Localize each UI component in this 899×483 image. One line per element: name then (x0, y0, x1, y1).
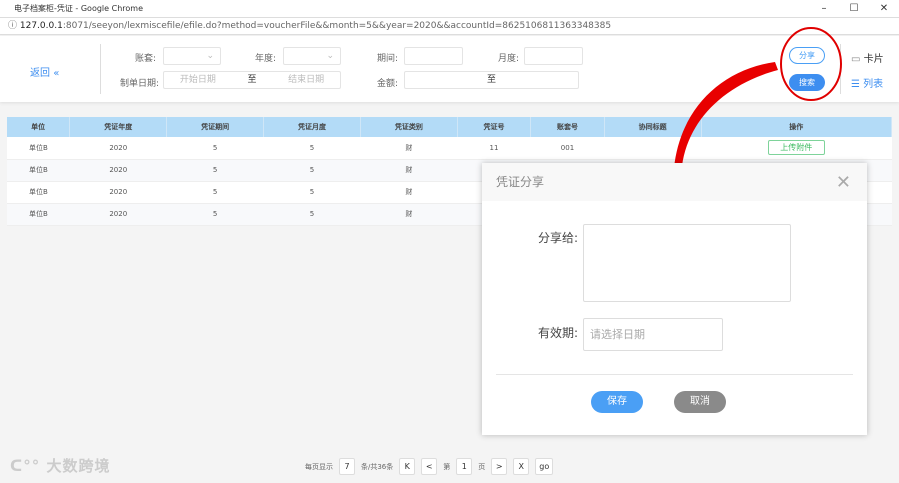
divider (496, 374, 853, 375)
table-cell: 2020 (69, 137, 167, 160)
table-cell: 2020 (69, 181, 167, 204)
filter-panel: 返回 « 账套: ⌄ 年度: ⌄ 期间: 月度: 制单日期: 开始日期 至 结束… (0, 36, 899, 102)
url-path: :8071/seeyon/lexmiscefile/efile.do?metho… (62, 21, 612, 31)
amount-range-input[interactable]: 至 (404, 71, 579, 89)
go-button[interactable]: go (535, 458, 554, 475)
table-cell: 2020 (69, 159, 167, 182)
per-page-input[interactable]: 7 (339, 458, 355, 475)
column-header: 操作 (701, 117, 893, 137)
account-select[interactable]: ⌄ (163, 47, 221, 65)
url-host: 127.0.0.1 (19, 21, 63, 31)
column-header: 单位 (7, 117, 71, 137)
table-cell: 单位B (7, 137, 70, 160)
column-header: 凭证月度 (263, 117, 361, 137)
period-label: 期间: (377, 54, 399, 64)
expiry-date-input[interactable]: 请选择日期 (583, 318, 723, 351)
window-title: 电子档案柜-凭证 - Google Chrome (14, 4, 143, 13)
table-cell: 单位B (7, 159, 70, 182)
total-label: 条/共36条 (361, 462, 394, 471)
address-bar[interactable]: ⓘ 127.0.0.1:8071/seeyon/lexmiscefile/efi… (0, 18, 899, 35)
table-cell: 5 (166, 137, 264, 160)
year-label: 年度: (255, 54, 277, 64)
date-to: 至 (247, 75, 257, 85)
per-page-label: 每页显示 (305, 462, 333, 471)
maximize-button[interactable]: ☐ (839, 0, 869, 18)
column-header: 凭证类别 (360, 117, 458, 137)
share-dialog: 凭证分享 ✕ 分享给: 有效期: 请选择日期 保存 取消 (482, 163, 867, 435)
divider (100, 44, 101, 94)
table-cell: 5 (263, 203, 361, 226)
title-bar: 电子档案柜-凭证 - Google Chrome – ☐ ✕ (0, 0, 899, 18)
table-cell: 11 (457, 137, 531, 160)
card-view-button[interactable]: ▭ 卡片 (851, 50, 884, 65)
table-cell: 单位B (7, 181, 70, 204)
table-cell: 财 (360, 137, 458, 160)
next-page-button[interactable]: > (491, 458, 508, 475)
back-label: 返回 (30, 68, 50, 79)
table-cell: 5 (166, 159, 264, 182)
date-range-input[interactable]: 开始日期 至 结束日期 (163, 71, 341, 89)
table-cell: 单位B (7, 203, 70, 226)
column-header: 凭证年度 (69, 117, 168, 137)
account-label: 账套: (135, 54, 157, 64)
column-header: 凭证号 (457, 117, 532, 137)
table-cell: 上传附件 (701, 137, 892, 160)
share-to-textarea[interactable] (583, 224, 791, 302)
table-cell: 财 (360, 159, 458, 182)
back-arrow-icon: « (53, 68, 60, 79)
expiry-label: 有效期: (538, 326, 579, 340)
month-input[interactable] (524, 47, 583, 65)
table-cell: 5 (263, 159, 361, 182)
search-button[interactable]: 搜索 (789, 74, 825, 91)
page-input[interactable]: 1 (456, 458, 473, 475)
share-button[interactable]: 分享 (789, 47, 825, 64)
table-cell (604, 137, 702, 160)
upload-attachment-button[interactable]: 上传附件 (767, 140, 825, 156)
date-label: 制单日期: (120, 79, 160, 89)
card-view-label: 卡片 (863, 54, 884, 65)
table-cell: 2020 (69, 203, 167, 226)
column-header: 凭证期间 (166, 117, 265, 137)
back-button[interactable]: 返回 « (30, 64, 59, 79)
page-unit: 页 (478, 462, 486, 471)
table-cell: 5 (263, 181, 361, 204)
cancel-button[interactable]: 取消 (674, 391, 726, 413)
period-input[interactable] (404, 47, 463, 65)
pagination: 每页显示 7 条/共36条 K < 第 1 页 > X go (305, 458, 554, 475)
year-select[interactable]: ⌄ (283, 47, 341, 65)
amount-label: 金额: (377, 79, 399, 89)
column-header: 协同标题 (604, 117, 702, 137)
dialog-title: 凭证分享 (482, 163, 867, 201)
minimize-button[interactable]: – (809, 0, 839, 18)
table-cell: 5 (263, 137, 361, 160)
page-label: 第 (443, 462, 451, 471)
list-view-button[interactable]: ☰ 列表 (851, 75, 883, 90)
table-row: 单位B 2020 5 5 财 11 001 上传附件 (7, 137, 892, 160)
card-icon: ▭ (851, 54, 861, 65)
amount-to: 至 (486, 75, 496, 85)
first-page-button[interactable]: K (399, 458, 416, 475)
table-cell: 001 (530, 137, 605, 160)
close-window-button[interactable]: ✕ (869, 0, 899, 18)
watermark-logo: ᑕ°° 大数跨境 (10, 457, 111, 475)
column-header: 账套号 (530, 117, 605, 137)
list-view-label: 列表 (863, 79, 884, 90)
table-cell: 5 (166, 203, 264, 226)
prev-page-button[interactable]: < (421, 458, 438, 475)
table-cell: 财 (360, 181, 458, 204)
close-icon[interactable]: ✕ (836, 172, 851, 193)
divider (840, 44, 841, 94)
save-button[interactable]: 保存 (591, 391, 643, 413)
date-start[interactable]: 开始日期 (180, 72, 216, 88)
table-cell: 5 (166, 181, 264, 204)
date-end[interactable]: 结束日期 (288, 72, 324, 88)
last-page-button[interactable]: X (513, 458, 530, 475)
list-icon: ☰ (851, 79, 860, 90)
month-label: 月度: (498, 54, 520, 64)
table-cell: 财 (360, 203, 458, 226)
share-to-label: 分享给: (538, 231, 579, 245)
